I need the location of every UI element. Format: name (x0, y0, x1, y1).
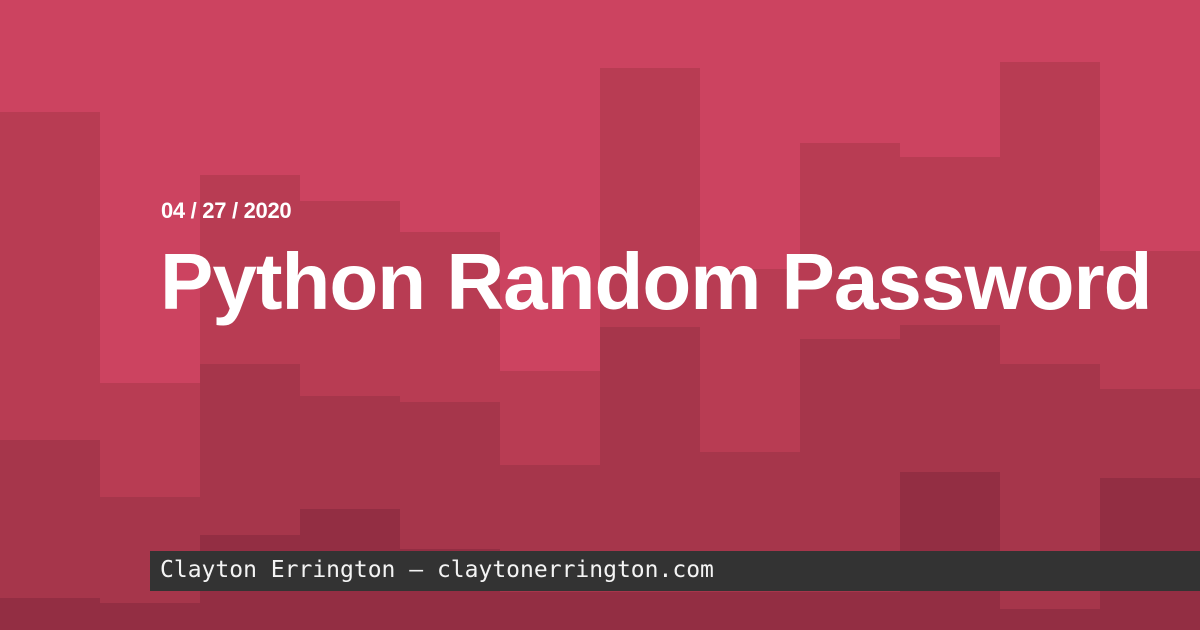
author-footer-bar: Clayton Errington — claytonerrington.com (150, 551, 1200, 591)
background-block (700, 592, 800, 630)
background-block (500, 592, 600, 630)
post-title: Python Random Password (160, 237, 1152, 326)
background-block (100, 603, 200, 630)
background-block (1000, 609, 1100, 630)
background-block (800, 592, 900, 630)
background-block (0, 598, 100, 630)
author-byline: Clayton Errington — claytonerrington.com (160, 557, 714, 583)
post-date: 04 / 27 / 2020 (161, 198, 292, 223)
background-block (600, 592, 700, 630)
